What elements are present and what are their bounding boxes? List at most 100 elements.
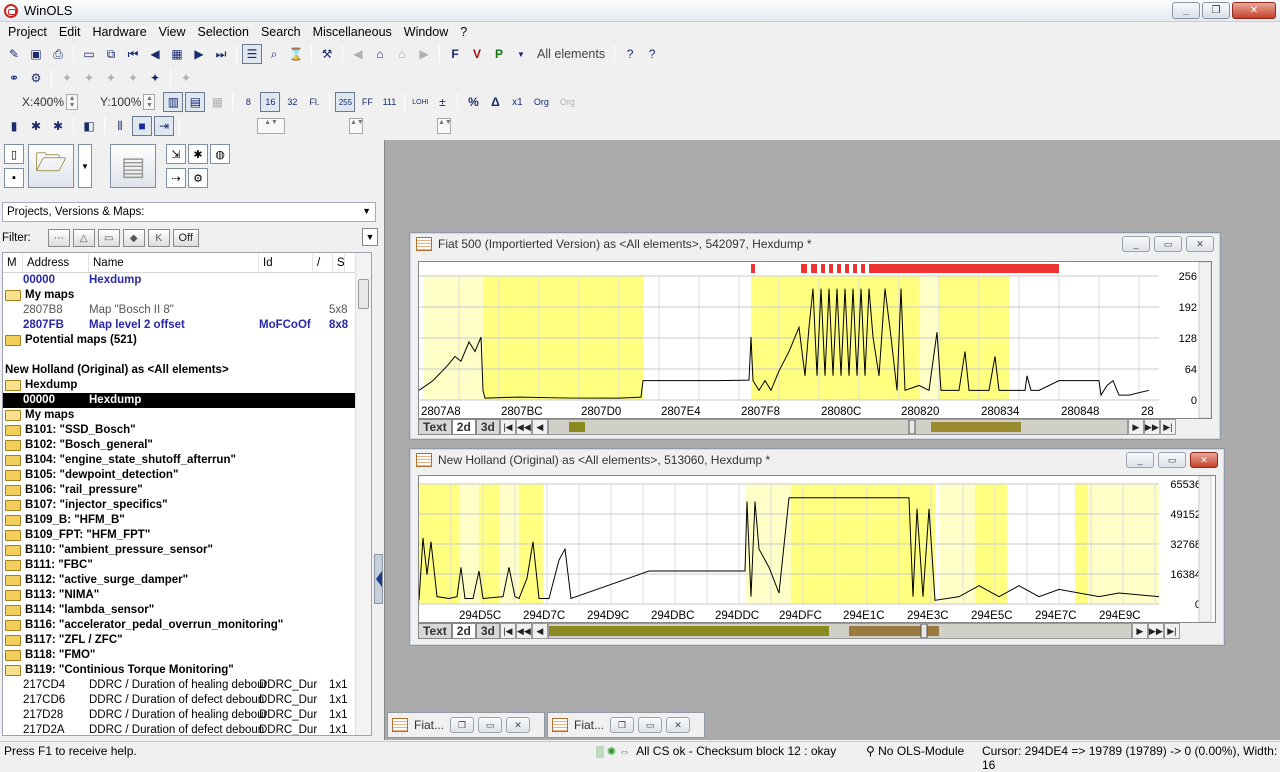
menu-window[interactable]: Window (398, 25, 454, 39)
tree-group[interactable]: B112: "active_surge_damper" (3, 573, 355, 588)
align-icon[interactable]: ⇥ (154, 116, 174, 136)
p-icon[interactable]: P (489, 44, 509, 64)
chevron-down-icon[interactable]: ▼ (511, 44, 531, 64)
nh-graph[interactable]: 65536 49152 32768 16384 0 294D5C 294D7C 294D9C 2… (418, 475, 1216, 623)
nh-minimize-button[interactable]: _ (1126, 452, 1154, 468)
list-icon[interactable]: ☰ (242, 44, 262, 64)
fiat-last-icon[interactable]: ▶| (1159, 419, 1176, 435)
fiat-tab-2d[interactable]: 2d (451, 419, 476, 435)
filter-list-icon[interactable]: ⋯ (47, 229, 70, 247)
zoom-y[interactable]: Y:100% ▲ ▼ (100, 94, 156, 110)
open-folder-icon[interactable]: 🗁 (28, 144, 74, 188)
menu-project[interactable]: Project (2, 25, 53, 39)
mini1-maximize-button[interactable]: ▭ (478, 717, 503, 733)
tree-group[interactable]: B105: "dewpoint_detection" (3, 468, 355, 483)
col-m[interactable]: M (3, 253, 23, 272)
tree-group-potential-maps[interactable]: Potential maps (521) (3, 333, 355, 348)
checksum-status[interactable]: ▒ ✺ ⇔ All CS ok - Checksum block 12 : ok… (596, 744, 836, 758)
decimal-button[interactable]: 255 (335, 92, 356, 112)
graph-mode-icon[interactable]: ▥ (163, 92, 184, 112)
last-icon[interactable]: ⏭ (211, 44, 231, 64)
tree-scroll-thumb[interactable] (358, 279, 369, 309)
winols-app-icon[interactable] (4, 3, 18, 18)
tool2-icon[interactable]: ✦ (79, 68, 99, 88)
close-button[interactable]: ✕ (1232, 2, 1276, 19)
window-icon[interactable]: ▭ (79, 44, 99, 64)
nh-graph-svg[interactable]: 655364915232768163840294D5C 294D7C 294D9C 2… (419, 476, 1215, 622)
fiat-prev-icon[interactable]: ◀ (531, 419, 548, 435)
lohi-button[interactable]: LOHI (410, 92, 430, 112)
save-icon[interactable]: ▪ (4, 168, 24, 188)
magic2-icon[interactable]: ✱ (48, 116, 68, 136)
fiat-overview-scrollbar[interactable] (547, 419, 1128, 435)
prev-icon[interactable]: ◀ (145, 44, 165, 64)
split-icon[interactable]: ⫴ (110, 116, 130, 136)
wrench-icon[interactable]: ⚙ (26, 68, 46, 88)
tree-group[interactable]: B106: "rail_pressure" (3, 483, 355, 498)
menu-edit[interactable]: Edit (53, 25, 87, 39)
tree-group[interactable]: B118: "FMO" (3, 648, 355, 663)
nh-ff-icon[interactable]: ▶▶ (1147, 623, 1164, 639)
filter-off-button[interactable]: Off (172, 229, 199, 247)
tool3-icon[interactable]: ✦ (101, 68, 121, 88)
tree-group-hexdump[interactable]: Hexdump (3, 378, 355, 393)
original-button[interactable]: Org (529, 92, 553, 112)
nh-tab-3d[interactable]: 3d (475, 623, 500, 639)
nh-tab-2d[interactable]: 2d (451, 623, 476, 639)
step-b-spinner[interactable]: ▲▼ (349, 118, 364, 134)
compare-icon[interactable]: ⧉ (101, 44, 121, 64)
nh-tab-text[interactable]: Text (418, 623, 452, 639)
col-slash[interactable]: / (313, 253, 333, 272)
menu-miscellaneous[interactable]: Miscellaneous (307, 25, 398, 39)
nh-next-icon[interactable]: ▶ (1131, 623, 1148, 639)
nh-maximize-button[interactable]: ▭ (1158, 452, 1186, 468)
panel-collapse-handle[interactable] (374, 554, 383, 604)
tree-scrollbar[interactable] (355, 253, 371, 735)
fiat-tab-3d[interactable]: 3d (475, 419, 500, 435)
hex-button[interactable]: FF (357, 92, 377, 112)
fiat-graph[interactable]: 256 192 128 64 0 2807A8 2807BC 2807D0 2807E4 2807… (418, 261, 1212, 419)
minimized-window-1[interactable]: Fiat... ❐ ▭ ✕ (387, 712, 545, 738)
menu-hardware[interactable]: Hardware (86, 25, 152, 39)
tree-group-my-maps[interactable]: My maps (3, 288, 355, 303)
fill-icon[interactable]: ■ (132, 116, 152, 136)
first-icon[interactable]: ⏮ (123, 44, 143, 64)
tree-group[interactable]: B116: "accelerator_pedal_overrun_monitor… (3, 618, 355, 633)
tree-group[interactable]: B110: "ambient_pressure_sensor" (3, 543, 355, 558)
restore-button[interactable]: ❐ (1202, 2, 1230, 19)
filter-triangle-icon[interactable]: △ (72, 229, 95, 247)
layers-icon[interactable]: ◧ (79, 116, 99, 136)
table-mode-icon[interactable]: ▦ (207, 92, 227, 112)
fiat-ff-icon[interactable]: ▶▶ (1143, 419, 1160, 435)
bits-8-button[interactable]: 8 (238, 92, 258, 112)
original2-button[interactable]: Org (555, 92, 579, 112)
menu-view[interactable]: View (153, 25, 192, 39)
nh-overview-scrollbar[interactable] (547, 623, 1132, 639)
list-item[interactable]: 217D28 DDRC / Duration of healing debour D… (3, 708, 355, 723)
fiat-rewind-icon[interactable]: ◀◀ (515, 419, 532, 435)
list-item[interactable]: 217CD4 DDRC / Duration of healing debour D… (3, 678, 355, 693)
back-icon[interactable]: ◀ (348, 44, 368, 64)
nh-close-button[interactable]: ✕ (1190, 452, 1218, 468)
nh-first-icon[interactable]: |◀ (499, 623, 516, 639)
chip-icon[interactable]: ▣ (26, 44, 46, 64)
list-item[interactable]: 217CD6 DDRC / Duration of defect deboun DD… (3, 693, 355, 708)
magic-icon[interactable]: ✱ (26, 116, 46, 136)
tool1-icon[interactable]: ✦ (57, 68, 77, 88)
tree-group[interactable]: B101: "SSD_Bosch" (3, 423, 355, 438)
menu-help[interactable]: ? (454, 25, 473, 39)
factor-button[interactable]: x1 (507, 92, 527, 112)
tree-group[interactable]: B104: "engine_state_shutoff_afterrun" (3, 453, 355, 468)
list-item[interactable]: 217D2A DDRC / Duration of defect deboun DD… (3, 723, 355, 735)
mini1-restore-button[interactable]: ❐ (450, 717, 475, 733)
fiat-close-button[interactable]: ✕ (1186, 236, 1214, 252)
send-icon[interactable]: ⇢ (166, 168, 186, 188)
zoom-x[interactable]: X:400% ▲ ▼ (22, 94, 79, 110)
tool6-icon[interactable]: ✦ (176, 68, 196, 88)
next-icon[interactable]: ▶ (189, 44, 209, 64)
tools-icon[interactable]: ⚒ (317, 44, 337, 64)
mini1-close-button[interactable]: ✕ (506, 717, 531, 733)
binary-button[interactable]: 111 (379, 92, 399, 112)
fiat-tab-text[interactable]: Text (418, 419, 452, 435)
fiat-maximize-button[interactable]: ▭ (1154, 236, 1182, 252)
